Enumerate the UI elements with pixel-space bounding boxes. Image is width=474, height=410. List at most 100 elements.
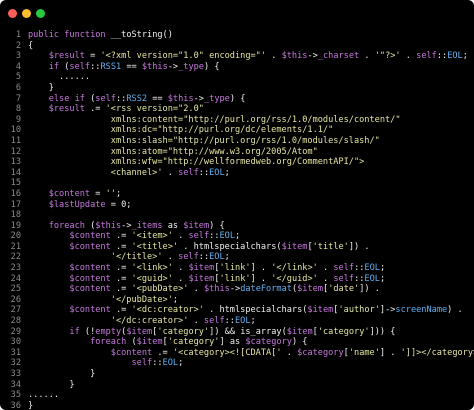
code-token: $item — [188, 273, 215, 284]
code-token: . — [172, 263, 189, 274]
code-token: $item — [286, 326, 313, 337]
code-token: _type — [178, 61, 204, 72]
code-token: public function — [28, 30, 111, 40]
line-number: 35 — [10, 390, 21, 401]
zoom-button[interactable] — [36, 9, 45, 18]
line-number: 36 — [10, 400, 21, 410]
code-line: 25 $content .= '<pubDate>' . $this->date… — [0, 284, 474, 295]
code-token: . — [162, 252, 179, 263]
code-token: ...... — [28, 390, 60, 401]
code-token: $content — [28, 263, 111, 274]
line-number: 21 — [10, 241, 21, 252]
code-token: '</guid>' — [271, 273, 318, 284]
code-token: :: — [224, 316, 235, 327]
code-token: :: — [115, 93, 127, 104]
code-token: self — [178, 252, 199, 263]
code-token: ; — [379, 263, 386, 274]
code-token: xmlns:dc="http://purl.org/dc/elements/1.… — [28, 125, 334, 136]
code-line: 3 $result = '<?xml version="1.0" encodin… — [0, 51, 474, 62]
code-token: $content — [28, 347, 153, 358]
code-line: 19 foreach ($this->_items as $item) { — [0, 221, 474, 232]
line-number: 34 — [10, 379, 21, 390]
code-token: == — [147, 93, 168, 104]
code-token: RSS1 — [100, 61, 122, 72]
code-token: } — [28, 369, 96, 379]
code-token: if — [28, 61, 65, 72]
code-token: $result — [28, 51, 85, 62]
code-token: (! — [84, 326, 96, 337]
code-token: $item — [307, 305, 334, 316]
code-token: = — [90, 188, 106, 199]
code-token: ; — [235, 231, 241, 242]
code-text: if (self::RSS1 == $this->_type) { — [28, 62, 220, 73]
code-token: '' — [105, 188, 116, 199]
code-token: . — [400, 51, 417, 62]
code-token: . — [172, 273, 189, 284]
code-token: ; — [224, 167, 230, 178]
code-token: ) . — [447, 305, 463, 316]
code-token: -> — [229, 284, 241, 295]
line-number: 33 — [10, 369, 21, 379]
code-token: ]) . — [348, 241, 370, 252]
code-token: 'link' — [219, 273, 251, 284]
code-token: '<guid>' — [131, 273, 173, 284]
code-text: $content .= '<guid>' . $item['link'] . '… — [28, 274, 385, 285]
minimize-button[interactable] — [22, 9, 31, 18]
code-token: dateFormat — [240, 284, 292, 295]
code-token: } — [28, 400, 34, 410]
code-text: self::EOL; — [28, 358, 183, 369]
code-token: 'title' — [312, 241, 349, 252]
code-token: '<?xml version="1.0" encoding="' — [100, 51, 267, 62]
code-token: xmlns:atom="http://www.w3.org/2005/Atom" — [28, 146, 318, 157]
code-token: ] . — [250, 273, 272, 284]
line-number: 12 — [10, 146, 21, 157]
line-number: 15 — [10, 178, 21, 189]
code-token: $content — [28, 305, 111, 316]
code-line: 5 ...... — [0, 72, 474, 83]
code-token: 'link' — [219, 263, 251, 274]
code-token: ; — [224, 252, 230, 263]
code-token: RSS2 — [126, 93, 148, 104]
code-text: } — [28, 369, 95, 380]
code-token: EOL — [209, 252, 225, 263]
line-number: 13 — [10, 157, 21, 168]
line-number: 6 — [15, 82, 21, 93]
code-token: . — [317, 273, 334, 284]
code-line: 9 xmlns:content="http://purl.org/rss/1.0… — [0, 115, 474, 126]
code-line: 33 } — [0, 369, 474, 380]
line-number: 4 — [15, 61, 21, 72]
code-token: '</link>' — [271, 263, 318, 274]
code-text: ...... — [28, 390, 59, 401]
code-token: . htmlspecialchars( — [178, 241, 282, 252]
code-token: 'category' — [317, 326, 370, 337]
code-line: 14 <channel>' . self::EOL; — [0, 168, 474, 179]
code-editor[interactable]: 1 public function __toString() 2{3 $result… — [0, 30, 474, 410]
code-text: $content .= '<category><![CDATA[' . $cat… — [28, 348, 474, 359]
code-text: } — [28, 83, 54, 94]
code-token: :: — [90, 61, 101, 72]
line-number: 8 — [15, 104, 21, 115]
code-token: '<item>' — [131, 231, 173, 242]
code-text: '</dc:creator>' . self::EOL; — [28, 316, 256, 327]
code-token: :: — [354, 273, 365, 284]
code-token: xmlns:slash="http://purl.org/rss/1.0/mod… — [28, 135, 380, 146]
code-line: 16 $content = ''; — [0, 189, 474, 200]
code-token: . — [188, 284, 204, 295]
line-number: 25 — [10, 284, 21, 295]
code-token: EOL — [234, 316, 251, 327]
close-button[interactable] — [8, 9, 17, 18]
code-text: $content .= '<dc:creator>' . htmlspecial… — [28, 305, 463, 316]
line-number: 19 — [10, 220, 21, 231]
code-token: ) { — [209, 220, 225, 231]
line-number: 27 — [10, 305, 21, 316]
code-token: . — [317, 263, 334, 274]
code-line: 34 } — [0, 380, 474, 391]
code-text: $content .= '<pubDate>' . $this->dateFor… — [28, 284, 380, 295]
code-token: $category — [245, 337, 292, 348]
code-token: :: — [198, 167, 210, 178]
line-number: 31 — [10, 347, 21, 358]
code-token: 'date' — [328, 284, 360, 295]
code-token: screenName — [395, 305, 448, 316]
code-token: .= — [110, 273, 132, 284]
code-token: ']]></category>' — [400, 347, 474, 358]
